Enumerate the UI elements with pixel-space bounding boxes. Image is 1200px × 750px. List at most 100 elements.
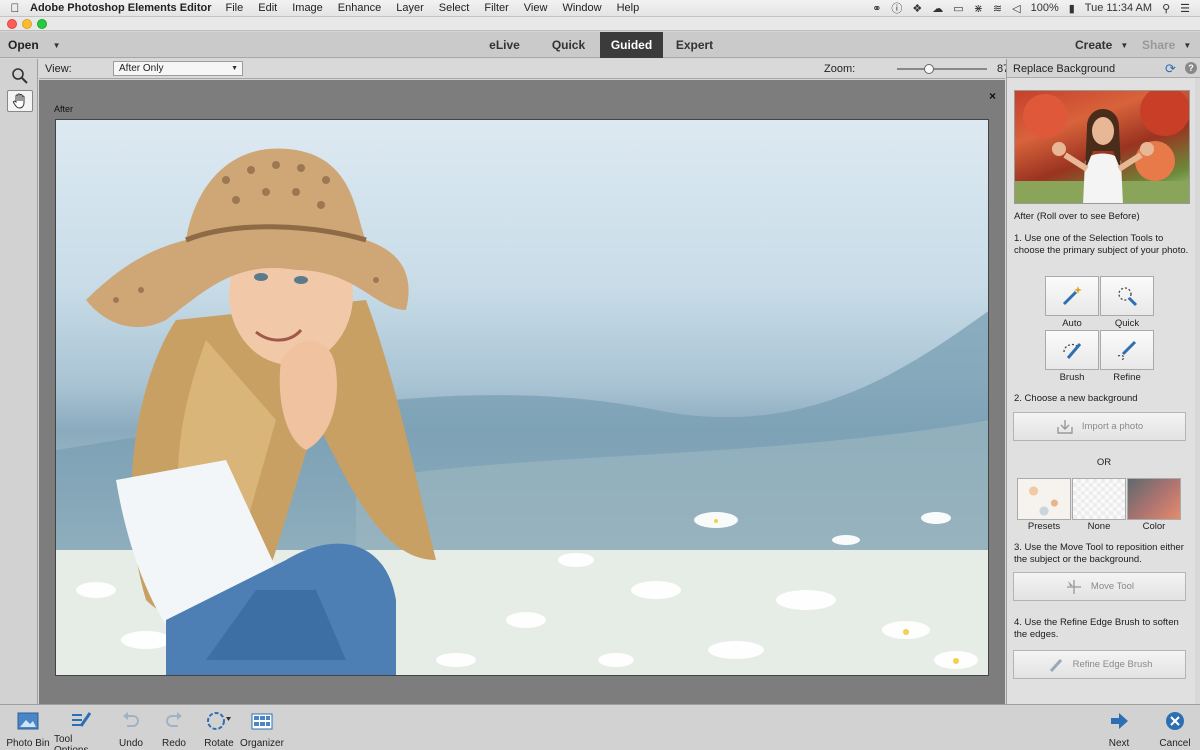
step-1-text: 1. Use one of the Selection Tools to cho… [1014,233,1189,256]
notification-center-icon[interactable]: ☰ [1180,2,1190,15]
cancel-button[interactable]: Cancel [1158,705,1192,750]
undo-button[interactable]: Undo [116,705,146,750]
panel-scrollbar[interactable] [1195,78,1200,704]
before-after-preview[interactable] [1014,90,1190,204]
menu-help[interactable]: Help [617,2,640,14]
refine-edge-brush-button[interactable]: Refine Edge Brush [1013,650,1186,679]
organizer-label: Organizer [240,738,284,749]
onepassword-icon[interactable]: ⓘ [891,0,902,16]
close-document-icon[interactable]: × [989,89,996,103]
chevron-down-icon: ▼ [231,65,238,72]
color-background-thumb[interactable] [1127,478,1181,520]
selection-brush-icon [1063,343,1082,359]
menu-edit[interactable]: Edit [258,2,277,14]
cloud-icon[interactable]: ☁ [932,2,943,15]
create-label: Create [1075,38,1113,52]
menu-window[interactable]: Window [562,2,601,14]
menu-filter[interactable]: Filter [484,2,508,14]
zoom-slider-handle[interactable] [923,64,934,74]
wifi-icon[interactable]: ≋ [993,2,1002,15]
mode-bar: Open ▼ eLive Quick Guided Expert Create … [0,32,1200,58]
menu-layer[interactable]: Layer [396,2,424,14]
battery-percent[interactable]: 100% [1031,2,1059,14]
menu-image[interactable]: Image [292,2,323,14]
canvas-area: After × [39,80,1005,704]
presets-background-thumb[interactable] [1017,478,1071,520]
window-fullscreen-button[interactable] [37,19,47,29]
reset-icon[interactable]: ⟳ [1165,61,1176,77]
share-button[interactable]: Share ▼ [1142,32,1191,58]
guided-panel: Replace Background ⟳ ? After (Roll over … [1006,59,1200,704]
none-background-thumb[interactable] [1072,478,1126,520]
brush-selection-button[interactable] [1045,330,1099,370]
menu-view[interactable]: View [524,2,548,14]
redo-label: Redo [162,738,186,749]
menu-select[interactable]: Select [439,2,470,14]
panel-header: Replace Background ⟳ ? [1007,59,1200,78]
rotate-button[interactable]: Rotate [202,705,236,750]
tab-quick[interactable]: Quick [537,32,600,58]
help-icon[interactable]: ? [1185,62,1197,74]
chevron-down-icon: ▼ [1183,40,1192,50]
system-menu-bar:  Adobe Photoshop Elements Editor File E… [0,0,1200,17]
tool-options-button[interactable]: Tool Options [54,705,108,750]
cancel-label: Cancel [1159,738,1191,749]
hand-icon [12,93,25,109]
window-minimize-button[interactable] [22,19,32,29]
import-photo-button[interactable]: Import a photo [1013,412,1186,441]
hand-tool[interactable] [7,90,33,112]
photo-bin-button[interactable]: Photo Bin [6,705,50,750]
spotlight-search-icon[interactable]: ⚲ [1162,2,1170,15]
magic-wand-icon [1062,286,1082,306]
photo-illustration [56,148,988,675]
tool-options-icon [70,710,92,728]
tool-column [0,59,38,704]
bluetooth-icon[interactable]: ⋇ [974,2,983,15]
tab-guided[interactable]: Guided [600,32,663,58]
or-label: OR [1096,457,1112,468]
photo-canvas[interactable] [55,119,989,676]
zoom-tool[interactable] [7,65,33,87]
refine-selection-button[interactable] [1100,330,1154,370]
dropbox-icon[interactable]: ❖ [912,2,922,15]
window-close-button[interactable] [7,19,17,29]
move-tool-label: Move Tool [1090,581,1135,592]
menu-enhance[interactable]: Enhance [338,2,381,14]
next-arrow-icon [1109,710,1129,732]
view-select-value: After Only [119,63,164,74]
organizer-button[interactable]: Organizer [240,705,284,750]
rotate-icon [205,710,233,732]
view-select[interactable]: After Only ▼ [113,61,243,76]
share-label: Share [1142,38,1176,52]
redo-button[interactable]: Redo [159,705,189,750]
chevron-down-icon: ▼ [52,40,61,50]
refine-edge-brush-icon [1049,658,1062,672]
open-label: Open [8,38,39,52]
auto-selection-button[interactable] [1045,276,1099,316]
photo-bin-icon [17,710,39,732]
clock[interactable]: Tue 11:34 AM [1085,2,1152,14]
refine-edge-brush-label: Refine Edge Brush [1072,659,1153,670]
refine-brush-icon [1117,340,1137,361]
apple-icon[interactable]:  [0,1,30,15]
quick-selection-button[interactable] [1100,276,1154,316]
menu-file[interactable]: File [226,2,244,14]
open-button[interactable]: Open ▼ [8,32,61,58]
airplay-icon[interactable]: ▭ [953,2,963,15]
quick-label: Quick [1114,318,1140,329]
app-name-menu[interactable]: Adobe Photoshop Elements Editor [30,2,212,14]
next-button[interactable]: Next [1104,705,1134,750]
tool-options-label: Tool Options [54,734,88,750]
creative-cloud-icon[interactable]: ⚭ [872,2,881,15]
panel-title: Replace Background [1013,63,1116,75]
zoom-slider-track[interactable] [897,68,987,70]
cancel-icon [1165,710,1185,732]
auto-label: Auto [1062,318,1082,329]
tab-elive[interactable]: eLive [472,32,537,58]
none-label: None [1087,521,1111,532]
move-tool-button[interactable]: Move Tool [1013,572,1186,601]
create-button[interactable]: Create ▼ [1075,32,1128,58]
volume-icon[interactable]: ◁ [1012,2,1020,15]
tab-expert[interactable]: Expert [663,32,726,58]
redo-icon [164,710,184,732]
